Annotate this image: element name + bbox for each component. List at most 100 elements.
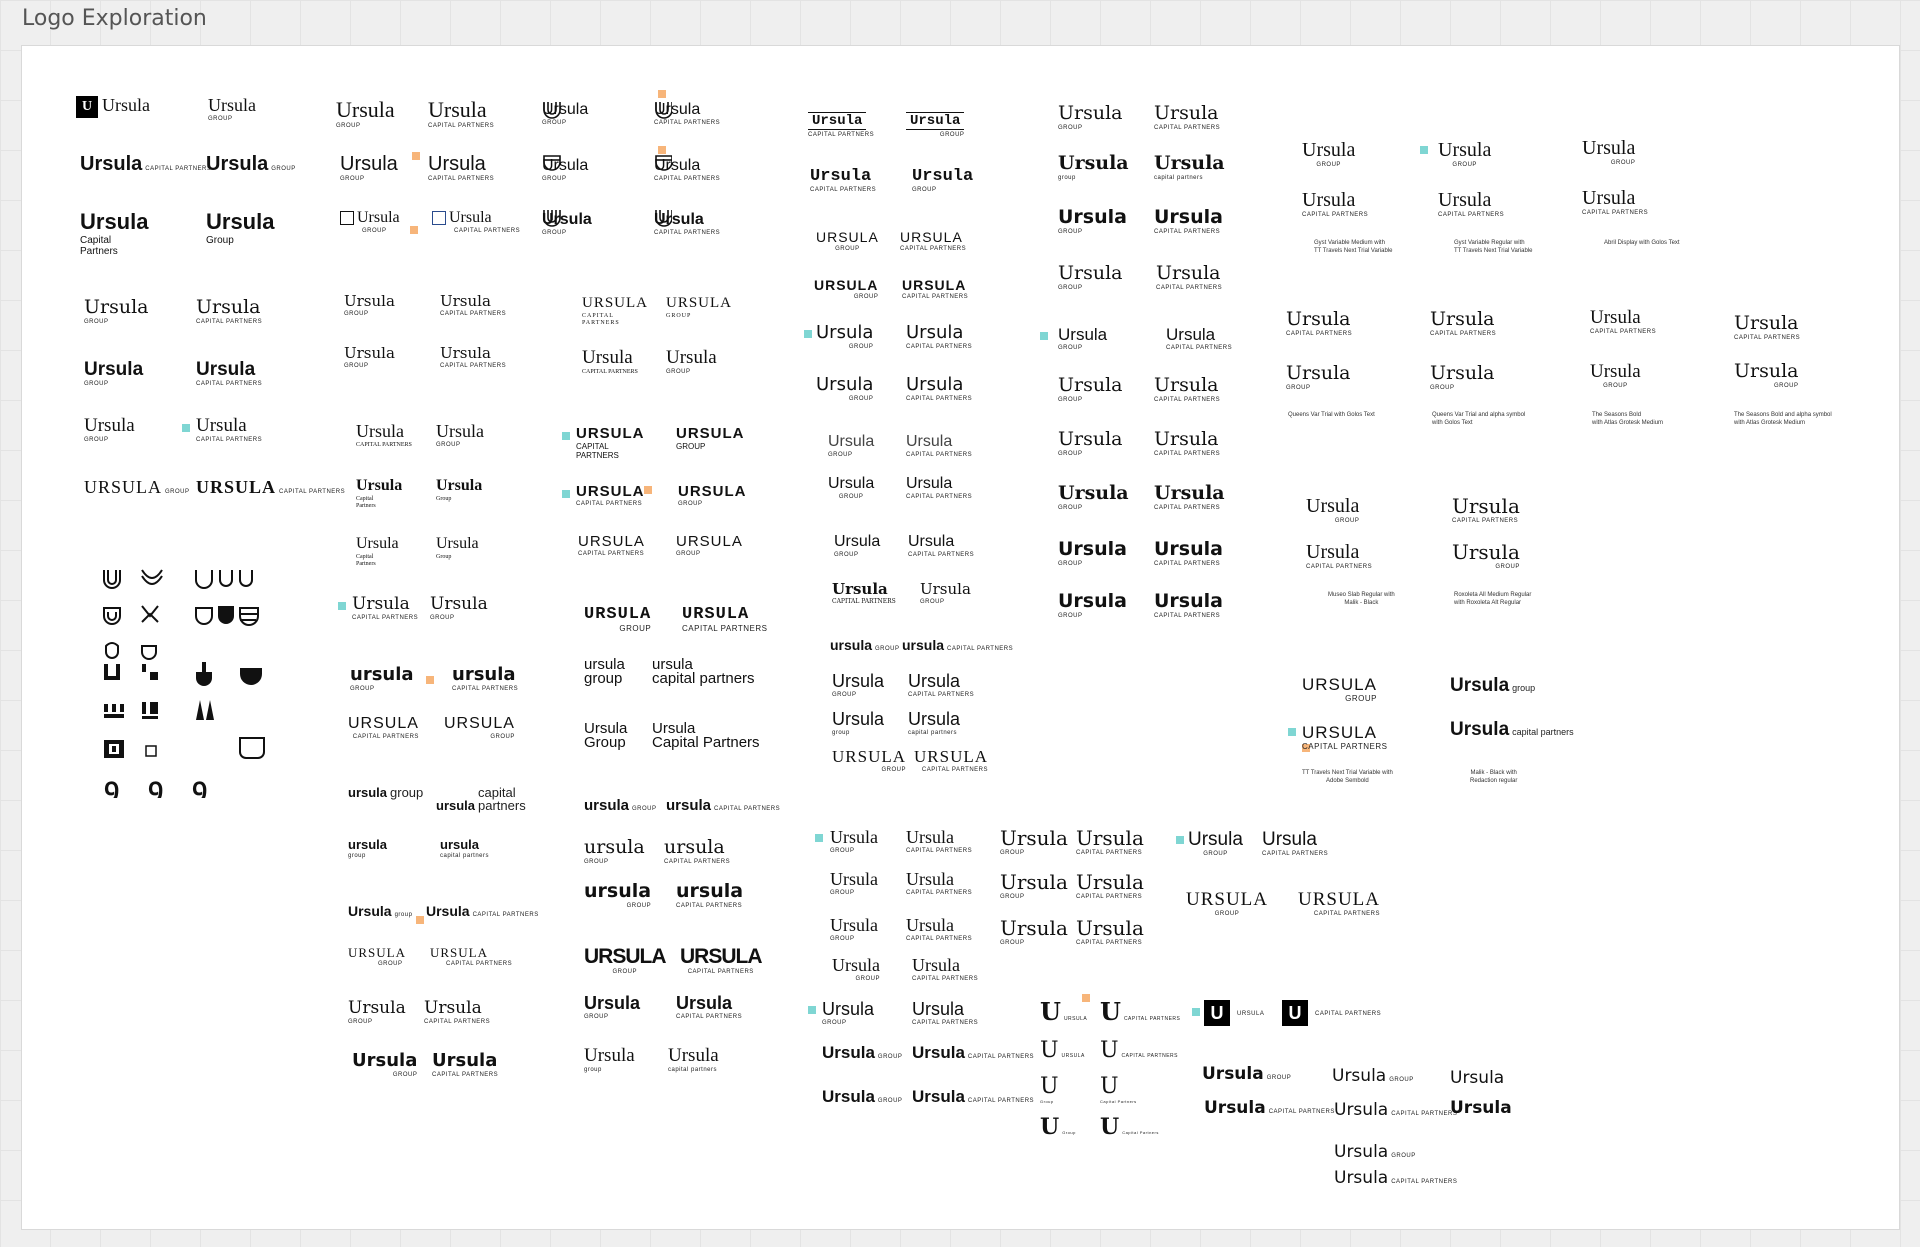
- logo-variant[interactable]: Ursula CAPITAL PARTNERS: [810, 168, 876, 193]
- logo-variant[interactable]: Ursula CAPITAL PARTNERS: [80, 154, 211, 174]
- logo-variant[interactable]: URSULA GROUP: [678, 484, 747, 507]
- logo-variant[interactable]: Ursula GROUP: [1582, 138, 1635, 166]
- u-mark-grid-icon[interactable]: ꝯ ꝯ ꝯ: [100, 568, 290, 798]
- logo-variant[interactable]: Ursula CAPITAL PARTNERS: [424, 1000, 490, 1026]
- logo-variant[interactable]: Ursula CAPITAL PARTNERS: [1204, 1100, 1335, 1117]
- logo-variant[interactable]: Ursula CAPITAL PARTNERS: [196, 298, 262, 326]
- logo-variant[interactable]: ursula CAPITAL PARTNERS: [902, 638, 1013, 652]
- logo-variant[interactable]: Ursula CAPITAL PARTNERS: [1262, 830, 1328, 857]
- u-monogram[interactable]: U Capital Partners: [1100, 1076, 1137, 1104]
- logo-variant[interactable]: Ursula CAPITAL PARTNERS: [912, 956, 978, 982]
- logo-variant[interactable]: Ursula group: [832, 710, 884, 736]
- logo-variant[interactable]: Ursula CAPITAL PARTNERS: [808, 112, 874, 138]
- logo-variant[interactable]: ursula CAPITAL PARTNERS: [664, 838, 730, 866]
- logo-variant[interactable]: Ursula GROUP: [906, 112, 965, 138]
- logo-variant[interactable]: Ursula CAPITAL PARTNERS: [1286, 310, 1352, 338]
- logo-variant[interactable]: URSULA CAPITAL PARTNERS: [430, 946, 512, 967]
- logo-variant[interactable]: ursula GROUP: [830, 638, 900, 652]
- logo-variant[interactable]: Ursula CAPITAL PARTNERS: [906, 476, 972, 501]
- logo-variant[interactable]: Ursula CAPITAL PARTNERS: [906, 324, 972, 351]
- logo-variant[interactable]: ursulacapital partners: [440, 838, 489, 859]
- logo-variant[interactable]: Ursula GROUP: [348, 1000, 406, 1026]
- logo-variant[interactable]: Ursula CAPITAL PARTNERS: [912, 1088, 1034, 1105]
- logo-variant[interactable]: URSULA Group: [1302, 676, 1377, 703]
- logo-variant[interactable]: Ursula GROUP: [344, 346, 395, 370]
- logo-variant[interactable]: Ursula CAPITAL PARTNERS: [1076, 872, 1144, 900]
- logo-variant[interactable]: ursula group: [348, 786, 423, 799]
- logo-variant[interactable]: Ursula CAPITAL PARTNERS: [1306, 542, 1372, 570]
- logo-variant[interactable]: Ursula CAPITAL PARTNERS: [676, 994, 742, 1020]
- logo-variant[interactable]: Ursula CAPITAL PARTNERS: [1154, 430, 1220, 458]
- logo-variant[interactable]: Ursula CAPITAL PARTNERS: [352, 596, 418, 622]
- u-box-lockup[interactable]: U URSULA: [1204, 1000, 1264, 1026]
- logo-variant[interactable]: ursula GROUP: [584, 798, 657, 813]
- logo-exploration-board[interactable]: U Ursula Ursula GROUP Ursula CAPITAL PARTNE…: [21, 45, 1900, 1230]
- logo-variant[interactable]: Ursula CAPITAL PARTNERS: [1430, 310, 1496, 338]
- logo-variant[interactable]: ursula GROUP: [584, 882, 651, 910]
- logo-variant[interactable]: Ursula GROUP: [1058, 430, 1123, 458]
- logo-variant[interactable]: ursula CAPITAL PARTNERS: [666, 798, 780, 813]
- logo-variant[interactable]: Ursula group: [348, 904, 412, 918]
- logo-variant[interactable]: Ursula CAPITAL PARTNERS: [908, 672, 974, 698]
- logo-variant[interactable]: Ursula CAPITAL PARTNERS: [196, 416, 262, 443]
- logo-variant[interactable]: Ursula CAPITAL PARTNERS: [1154, 540, 1223, 568]
- logo-variant[interactable]: Ursula GROUP: [830, 916, 878, 942]
- logo-variant[interactable]: Ursula CAPITAL PARTNERS: [832, 582, 896, 606]
- logo-variant[interactable]: URSULA Capital Partners: [682, 606, 768, 633]
- logo-variant[interactable]: URSULA Capital Partners: [1302, 724, 1388, 751]
- logo-variant[interactable]: Ursula CAPITAL PARTNERS: [1154, 376, 1220, 404]
- logo-variant[interactable]: Ursula GROUP: [1058, 592, 1127, 620]
- logo-variant[interactable]: Ursula CAPITAL PARTNERS: [440, 346, 506, 370]
- logo-variant[interactable]: Ursula GROUP: [206, 154, 296, 174]
- logo-variant[interactable]: Ursula CAPITAL PARTNERS: [432, 1052, 498, 1079]
- logo-variant[interactable]: Ursula GROUP: [1438, 140, 1491, 168]
- logo-variant[interactable]: Ursula GROUP: [1058, 208, 1127, 236]
- logo-variant[interactable]: Ursula CAPITAL PARTNERS: [356, 422, 412, 449]
- logo-variant[interactable]: ursula GROUP: [584, 838, 645, 866]
- logo-variant[interactable]: Ursula Capital Partners: [356, 536, 399, 567]
- logo-variant[interactable]: Ursula GROUP: [1000, 918, 1068, 946]
- logo-variant[interactable]: Ursula Group: [206, 211, 274, 247]
- logo-variant[interactable]: Ursula GROUP: [1058, 376, 1123, 404]
- logo-variant[interactable]: ursulacapital partners: [652, 657, 755, 687]
- logo-variant[interactable]: Ursula GROUP: [1306, 496, 1359, 524]
- u-monogram[interactable]: U URSULA: [1040, 1040, 1085, 1062]
- logo-variant[interactable]: Ursula GROUP: [1058, 264, 1123, 292]
- logo-variant[interactable]: Ursula GROUP: [1058, 484, 1129, 512]
- logo-variant[interactable]: Ursula GROUP: [816, 376, 873, 403]
- logo-variant[interactable]: URSULA CAPITAL PARTNERS: [196, 478, 345, 496]
- logo-variant[interactable]: ursula group: [348, 838, 387, 859]
- logo-variant[interactable]: Ursula GROUP: [1286, 364, 1351, 392]
- logo-variant[interactable]: Ursula GROUP: [1430, 364, 1495, 392]
- logo-variant[interactable]: Ursula CAPITAL PARTNERS: [1154, 104, 1220, 132]
- logo-variant[interactable]: Ursula GROUP: [816, 324, 873, 351]
- logo-variant[interactable]: Ursula GROUP: [912, 168, 973, 193]
- logo-variant[interactable]: ursulacapital partners: [436, 786, 526, 812]
- logo-variant[interactable]: URSULA GROUP: [814, 278, 878, 300]
- logo-variant[interactable]: Ursula GROUP: [1452, 542, 1520, 570]
- logo-variant[interactable]: Ursula capital partners: [668, 1046, 719, 1073]
- logo-variant[interactable]: Ursula CAPITAL PARTNERS: [1334, 1102, 1457, 1119]
- logo-variant[interactable]: Ursula CAPITAL PARTNERS: [440, 294, 506, 318]
- logo-variant[interactable]: Ursula GROUP: [436, 422, 484, 448]
- logo-variant[interactable]: Ursula GROUP: [1058, 540, 1127, 568]
- frame-title[interactable]: Logo Exploration: [22, 6, 207, 31]
- logo-variant[interactable]: Ursula GROUP: [1058, 104, 1123, 132]
- logo-variant[interactable]: Ursula GROUP: [832, 956, 880, 982]
- logo-variant[interactable]: Ursula: [1450, 1100, 1512, 1117]
- u-monogram[interactable]: U Group: [1040, 1116, 1076, 1138]
- logo-variant[interactable]: Ursula group: [1450, 676, 1535, 695]
- logo-variant[interactable]: Ursula capital partners: [1154, 154, 1225, 182]
- logo-variant[interactable]: Ursula GROUP: [828, 476, 874, 501]
- logo-variant[interactable]: URSULA Group: [584, 606, 651, 633]
- logo-variant[interactable]: Ursula GROUP: [1334, 1144, 1416, 1161]
- u-monogram[interactable]: U CAPITAL PARTNERS: [1100, 1040, 1178, 1062]
- logo-variant[interactable]: URSULA GROUP: [444, 716, 515, 741]
- logo-variant[interactable]: Ursula GROUP: [1202, 1066, 1291, 1083]
- u-monogram[interactable]: U URSULA: [1040, 1000, 1087, 1024]
- logo-variant[interactable]: Ursula group: [584, 1046, 635, 1073]
- logo-variant[interactable]: Ursula CAPITAL PARTNERS: [428, 154, 494, 182]
- logo-variant[interactable]: Ursula CAPITAL PARTNERS: [1334, 1170, 1457, 1187]
- logo-variant[interactable]: Ursula CAPITAL PARTNERS: [1154, 592, 1223, 620]
- logo-variant[interactable]: Ursula GROUP: [834, 534, 880, 559]
